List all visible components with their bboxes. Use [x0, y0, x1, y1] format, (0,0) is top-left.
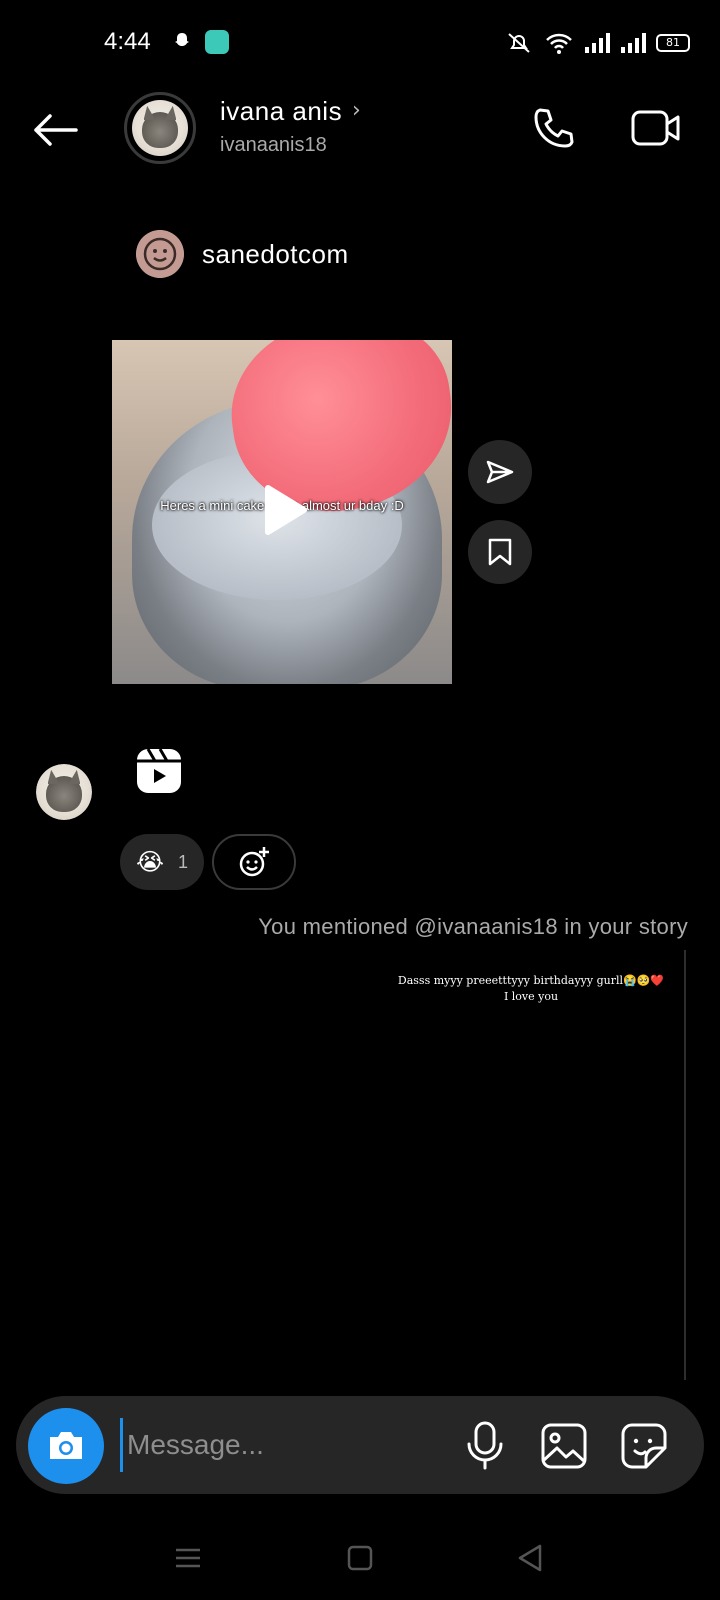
save-button[interactable] [468, 520, 532, 584]
menu-icon[interactable] [168, 1538, 208, 1578]
system-nav-bar [0, 1520, 720, 1600]
bookmark-icon [488, 538, 512, 566]
back-triangle-icon[interactable] [510, 1538, 550, 1578]
camera-button[interactable] [28, 1408, 104, 1484]
battery-icon: 81 [656, 34, 690, 52]
crying-emoji-icon: 😭 [135, 848, 165, 876]
reaction-pill[interactable]: 😭 1 [120, 834, 204, 890]
story-text: Dasss myyy preeetttyyy birthdayyy gurll😭… [397, 974, 665, 987]
send-icon [486, 460, 514, 484]
reels-icon [137, 748, 181, 793]
chevron-right-icon[interactable]: › [352, 98, 361, 123]
microphone-icon[interactable] [462, 1420, 508, 1470]
story-mention-notice: You mentioned @ivanaanis18 in your story [258, 914, 688, 939]
author-avatar [136, 230, 184, 278]
share-button[interactable] [468, 440, 532, 504]
author-name: sanedotcom [202, 238, 349, 269]
app-notification-icon [205, 30, 229, 54]
status-bar: 4:44 81 [0, 0, 720, 90]
contact-avatar[interactable] [124, 92, 196, 164]
message-input[interactable] [120, 1418, 450, 1472]
contact-name[interactable]: ivana anis [220, 96, 342, 127]
sticker-icon[interactable] [620, 1422, 668, 1470]
video-call-icon[interactable] [630, 104, 682, 152]
home-square-icon[interactable] [340, 1538, 380, 1578]
status-time: 4:44 [104, 28, 151, 55]
back-arrow-icon[interactable] [30, 108, 80, 152]
post-author[interactable]: sanedotcom [136, 230, 349, 278]
reaction-count: 1 [178, 851, 189, 872]
signal-icon [585, 33, 610, 53]
add-emoji-icon [239, 847, 269, 877]
sender-avatar[interactable] [36, 764, 92, 820]
message-composer [16, 1396, 704, 1494]
wifi-icon [546, 33, 572, 54]
chat-header: ivana anis › ivanaanis18 [0, 90, 720, 170]
gallery-icon[interactable] [540, 1422, 588, 1470]
camera-icon [50, 1432, 82, 1459]
story-text-secondary: I love you [503, 990, 559, 1003]
reel-thumbnail[interactable]: Heres a mini cake bc its almost ur bday … [112, 340, 452, 684]
contact-username: ivanaanis18 [220, 134, 327, 156]
status-icons: 81 [504, 28, 690, 58]
signal-icon [621, 33, 646, 53]
story-preview[interactable]: Dasss myyy preeetttyyy birthdayyy gurll😭… [378, 950, 686, 1380]
phone-call-icon[interactable] [530, 104, 578, 152]
play-icon[interactable] [252, 480, 312, 540]
add-reaction-button[interactable] [212, 834, 296, 890]
snapchat-icon [175, 33, 189, 46]
mute-icon [508, 33, 530, 53]
